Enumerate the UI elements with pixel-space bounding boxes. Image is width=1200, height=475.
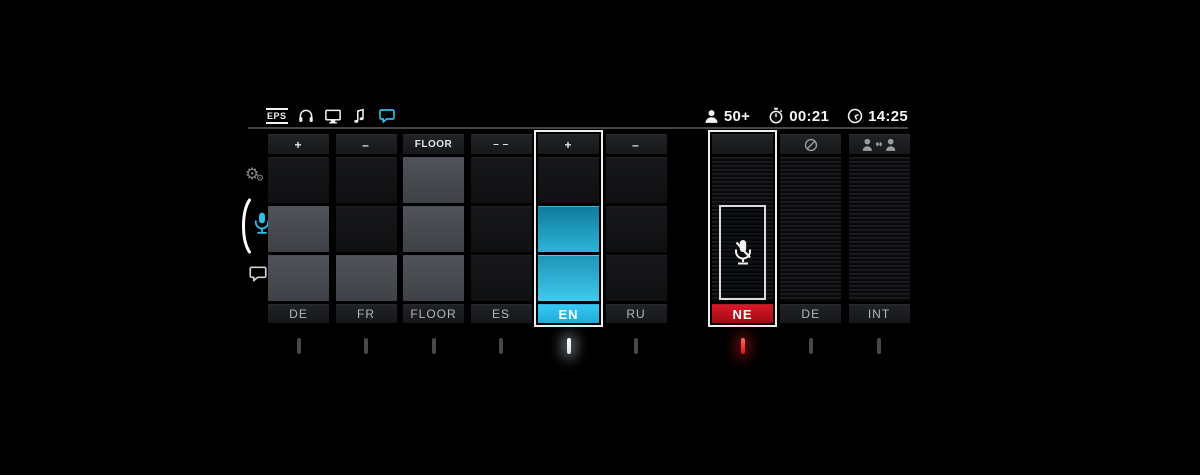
channel-strip-de[interactable]: + DE xyxy=(268,134,329,323)
channel-level-cell[interactable] xyxy=(538,255,599,301)
channel-led-dim xyxy=(809,338,813,354)
elapsed-time-status: 00:21 xyxy=(767,107,829,125)
eps-source-icon[interactable]: EPS xyxy=(266,108,288,124)
handover-icon xyxy=(862,137,896,152)
channel-led-dim xyxy=(432,338,436,354)
channel-strip-floor[interactable]: FLOOR FLOOR xyxy=(403,134,464,323)
sidebar-item-chat[interactable] xyxy=(248,264,268,289)
channel-label[interactable]: DE xyxy=(268,304,329,323)
music-note-icon[interactable] xyxy=(351,107,369,125)
chat-icon[interactable] xyxy=(378,107,396,125)
sidebar-item-settings[interactable]: ⚙ ⚙ xyxy=(245,166,259,182)
channel-header-button[interactable]: + xyxy=(268,134,329,154)
output-label[interactable]: NE xyxy=(712,304,773,323)
channel-header-button[interactable]: + xyxy=(538,134,599,154)
channel-level-cell[interactable] xyxy=(538,206,599,252)
participants-status: 50+ xyxy=(703,108,750,125)
channel-header-button[interactable]: – xyxy=(336,134,397,154)
fader-track[interactable] xyxy=(849,157,910,301)
participants-count: 50+ xyxy=(724,108,750,125)
channel-level-cell[interactable] xyxy=(471,157,532,203)
fader-track[interactable] xyxy=(712,157,773,301)
channel-level-cell[interactable] xyxy=(606,206,667,252)
channel-header-button[interactable]: – xyxy=(606,134,667,154)
active-item-indicator-arc xyxy=(239,198,251,254)
chat-bubble-icon xyxy=(248,264,268,284)
channel-level-cell[interactable] xyxy=(336,157,397,203)
output-label[interactable]: INT xyxy=(849,304,910,323)
channel-strip-en[interactable]: + EN xyxy=(538,134,599,323)
headphones-icon[interactable] xyxy=(297,107,315,125)
output-header-button[interactable] xyxy=(780,134,841,154)
channel-level-cell[interactable] xyxy=(268,157,329,203)
channel-led-white xyxy=(567,338,571,354)
clock-status: 14:25 xyxy=(846,107,908,125)
channel-level-cell[interactable] xyxy=(403,206,464,252)
channel-label[interactable]: EN xyxy=(538,304,599,323)
channel-level-cell[interactable] xyxy=(268,255,329,301)
topbar-source-icons: EPS xyxy=(266,104,396,128)
channel-level-cell[interactable] xyxy=(336,206,397,252)
display-icon[interactable] xyxy=(324,107,342,125)
block-icon xyxy=(803,137,819,153)
output-label[interactable]: DE xyxy=(780,304,841,323)
channel-level-cell[interactable] xyxy=(471,255,532,301)
channel-strip-es[interactable]: – – ES xyxy=(471,134,532,323)
channel-level-cell[interactable] xyxy=(538,157,599,203)
channel-level-cell[interactable] xyxy=(471,206,532,252)
channel-strip-fr[interactable]: – FR xyxy=(336,134,397,323)
channel-label[interactable]: FLOOR xyxy=(403,304,464,323)
channel-level-cell[interactable] xyxy=(268,206,329,252)
channel-level-cell[interactable] xyxy=(606,157,667,203)
channel-level-cell[interactable] xyxy=(403,157,464,203)
channel-level-cell[interactable] xyxy=(403,255,464,301)
topbar-divider xyxy=(248,127,908,129)
channel-header-button[interactable]: – – xyxy=(471,134,532,154)
output-strip-int[interactable]: INT xyxy=(849,134,910,323)
interpreter-console-screen: EPS xyxy=(0,0,1200,475)
channel-level-cell[interactable] xyxy=(606,255,667,301)
output-strip-ne[interactable]: NE xyxy=(712,134,773,323)
mute-fader-handle[interactable] xyxy=(719,205,766,300)
channel-label[interactable]: RU xyxy=(606,304,667,323)
fader-track[interactable] xyxy=(780,157,841,301)
clock-icon xyxy=(846,107,864,125)
output-header-button[interactable] xyxy=(712,134,773,154)
stopwatch-icon xyxy=(767,107,785,125)
output-channel-group: NE DE INT xyxy=(712,134,910,323)
clock-time: 14:25 xyxy=(868,108,908,125)
gear-small-icon: ⚙ xyxy=(256,175,264,184)
mic-muted-icon xyxy=(731,238,755,268)
channel-led-dim xyxy=(634,338,638,354)
channel-level-cell[interactable] xyxy=(336,255,397,301)
output-strip-de[interactable]: DE xyxy=(780,134,841,323)
channel-led-dim xyxy=(297,338,301,354)
channel-led-dim xyxy=(877,338,881,354)
output-header-button[interactable] xyxy=(849,134,910,154)
channel-label[interactable]: ES xyxy=(471,304,532,323)
channel-led-red xyxy=(741,338,745,354)
person-icon xyxy=(703,108,720,125)
channel-label[interactable]: FR xyxy=(336,304,397,323)
elapsed-time: 00:21 xyxy=(789,108,829,125)
channel-led-dim xyxy=(499,338,503,354)
channel-header-button[interactable]: FLOOR xyxy=(403,134,464,154)
channel-strip-ru[interactable]: – RU xyxy=(606,134,667,323)
channel-led-dim xyxy=(364,338,368,354)
topbar-status: 50+ 00:21 14:25 xyxy=(690,104,908,128)
